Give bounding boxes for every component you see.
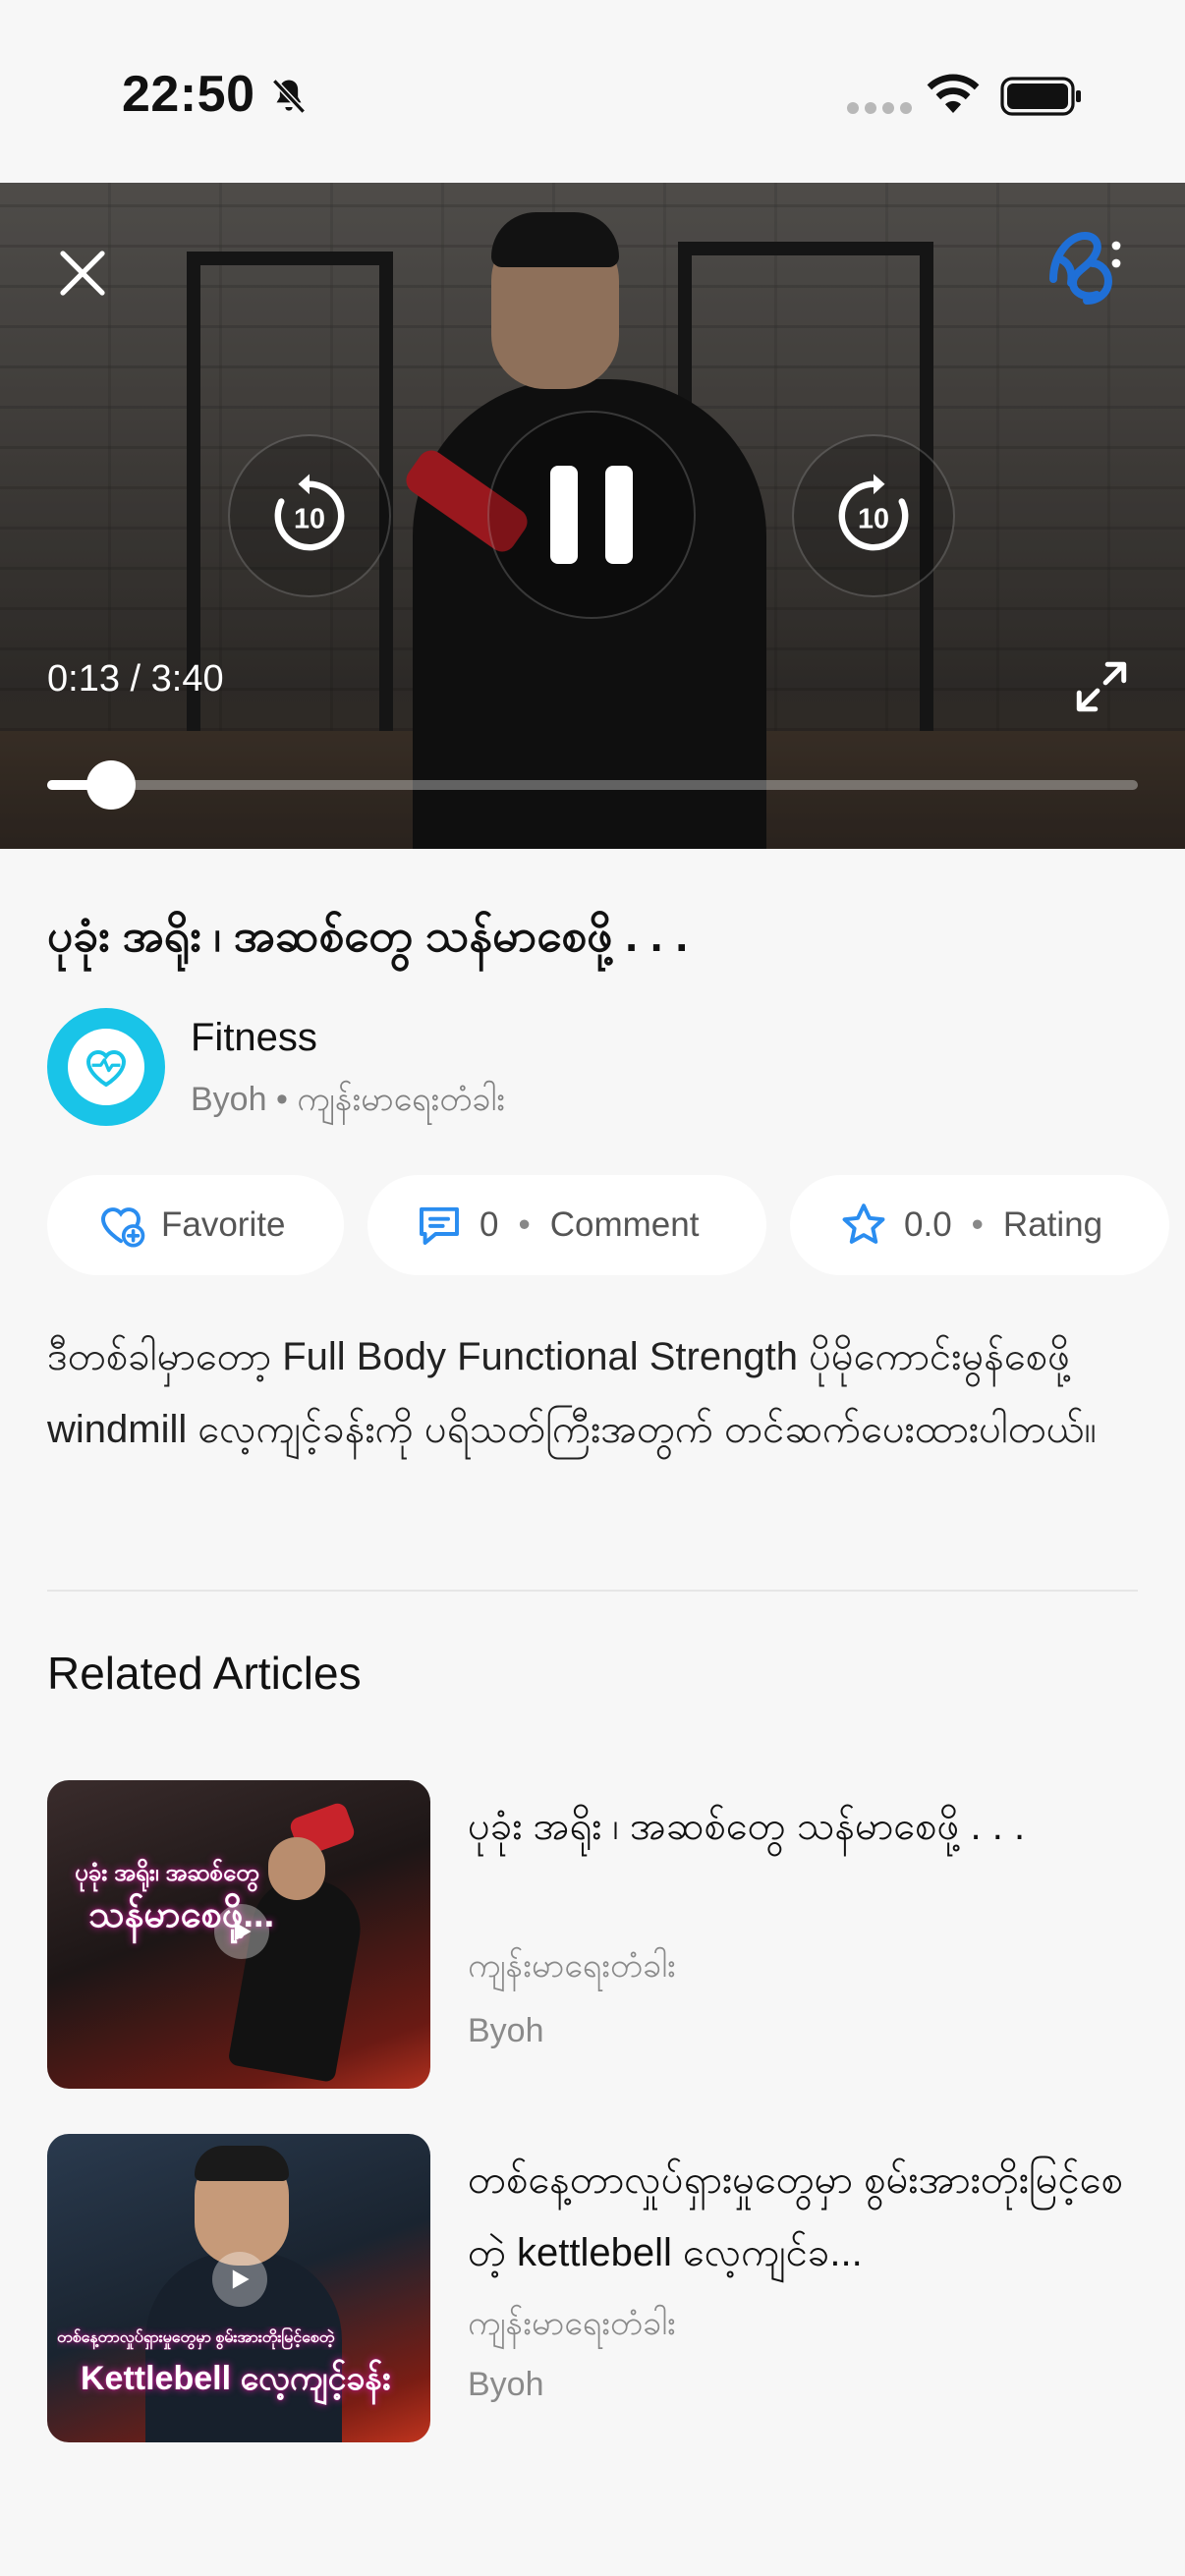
close-icon[interactable] xyxy=(51,242,114,305)
pause-icon xyxy=(550,466,633,564)
brand-logo-icon xyxy=(1049,231,1121,305)
related-article-card[interactable]: ပုခုံး အရိုး၊ အဆစ်တွေ သန်မာစေဖို့... ပုခ… xyxy=(47,1780,1138,2089)
article-thumbnail: တစ်နေ့တာလှုပ်ရှားမှုတွေမှာ စွမ်းအားတိုးမ… xyxy=(47,2134,430,2442)
bell-off-icon xyxy=(272,79,306,114)
video-description: ဒီတစ်ခါမှာတော့ Full Body Functional Stre… xyxy=(47,1335,1097,1451)
article-author: Byoh xyxy=(468,2366,544,2403)
thumbnail-caption: ပုခုံး အရိုး၊ အဆစ်တွေ xyxy=(75,1860,259,1886)
favorite-button[interactable]: Favorite xyxy=(47,1175,344,1275)
thumbnail-caption: တစ်နေ့တာလှုပ်ရှားမှုတွေမှာ စွမ်းအားတိုးမ… xyxy=(57,2329,335,2346)
pause-button[interactable] xyxy=(487,411,696,619)
related-article-card[interactable]: တစ်နေ့တာလှုပ်ရှားမှုတွေမှာ စွမ်းအားတိုးမ… xyxy=(47,2134,1138,2442)
comment-label: Comment xyxy=(549,1205,700,1244)
article-category: ကျန်းမာရေးတံခါး xyxy=(468,2305,676,2342)
seek-bar[interactable] xyxy=(47,760,1138,810)
video-player[interactable]: 10 10 0:13 / 3:40 xyxy=(0,183,1185,849)
forward-icon: 10 xyxy=(838,474,909,551)
status-time: 22:50 xyxy=(122,66,255,123)
divider xyxy=(47,1590,1138,1592)
video-time-readout: 0:13 / 3:40 xyxy=(47,658,224,700)
rating-value: 0.0 xyxy=(904,1205,952,1244)
battery-icon xyxy=(1000,77,1081,116)
play-icon xyxy=(214,1904,269,1959)
article-category: ကျန်းမာရေးတံခါး xyxy=(468,1947,676,1985)
comment-button[interactable]: 0 • Comment xyxy=(367,1175,766,1275)
category-name[interactable]: Fitness xyxy=(191,1016,317,1060)
forward-10-button[interactable]: 10 xyxy=(792,434,955,597)
play-icon xyxy=(212,2252,267,2307)
related-articles-heading: Related Articles xyxy=(47,1648,362,1699)
wifi-icon xyxy=(927,74,980,113)
category-subtitle: Byoh • ကျန်းမာရေးတံခါး xyxy=(191,1081,505,1118)
rewind-seconds: 10 xyxy=(294,504,325,535)
comment-icon xyxy=(420,1206,459,1245)
heart-pulse-icon xyxy=(86,1050,126,1088)
favorite-label: Favorite xyxy=(161,1205,286,1244)
separator: • xyxy=(518,1205,531,1244)
comment-count: 0 xyxy=(480,1205,499,1244)
article-title: တစ်နေ့တာလှုပ်ရှားမှုတွေမှာ စွမ်းအားတိုးမ… xyxy=(468,2158,1123,2274)
cellular-signal-icon xyxy=(847,102,912,114)
rating-label: Rating xyxy=(1002,1205,1103,1244)
fullscreen-icon[interactable] xyxy=(1071,656,1132,717)
video-title: ပုခုံး အရိုး ၊ အဆစ်တွေ သန်မာစေဖို့ . . . xyxy=(47,910,689,961)
category-avatar[interactable] xyxy=(47,1008,165,1126)
heart-add-icon xyxy=(101,1207,145,1248)
separator: • xyxy=(971,1205,984,1244)
forward-seconds: 10 xyxy=(858,504,889,535)
article-author: Byoh xyxy=(468,2012,544,2049)
article-title: ပုခုံး အရိုး ၊ အဆစ်တွေ သန်မာစေဖို့ . . . xyxy=(468,1805,1026,1848)
thumbnail-caption: Kettlebell လေ့ကျင့်ခန်း xyxy=(81,2360,391,2397)
status-bar: 22:50 xyxy=(0,0,1185,183)
rating-button[interactable]: 0.0 • Rating xyxy=(790,1175,1169,1275)
article-thumbnail: ပုခုံး အရိုး၊ အဆစ်တွေ သန်မာစေဖို့... xyxy=(47,1780,430,2089)
rewind-10-button[interactable]: 10 xyxy=(228,434,391,597)
rewind-icon: 10 xyxy=(274,474,345,551)
star-icon xyxy=(842,1204,885,1244)
